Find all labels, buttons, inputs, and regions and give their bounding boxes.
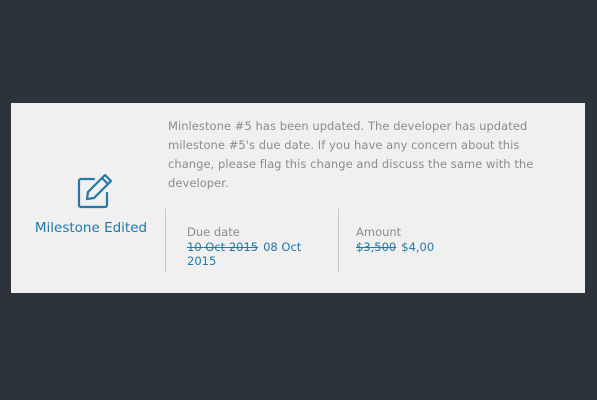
amount-new-value: $4,00: [401, 240, 435, 254]
divider: [165, 209, 166, 273]
divider: [338, 209, 339, 273]
due-date-field: Due date 10 Oct 2015 08 Oct 2015: [187, 225, 327, 268]
milestone-notification-card: Milestone Edited Minlestone #5 has been …: [11, 103, 585, 293]
edit-icon: [77, 173, 113, 209]
amount-value: $3,500 $4,00: [356, 240, 536, 254]
due-date-old-value: 10 Oct 2015: [187, 240, 259, 254]
due-date-label: Due date: [187, 225, 240, 239]
status-panel: Milestone Edited: [11, 103, 171, 293]
milestone-edited-label: Milestone Edited: [34, 220, 148, 236]
amount-old-value: $3,500: [356, 240, 397, 254]
due-date-value: 10 Oct 2015 08 Oct 2015: [187, 240, 327, 268]
notification-message: Minlestone #5 has been updated. The deve…: [168, 119, 534, 190]
amount-field: Amount $3,500 $4,00: [356, 225, 536, 254]
amount-label: Amount: [356, 225, 402, 239]
